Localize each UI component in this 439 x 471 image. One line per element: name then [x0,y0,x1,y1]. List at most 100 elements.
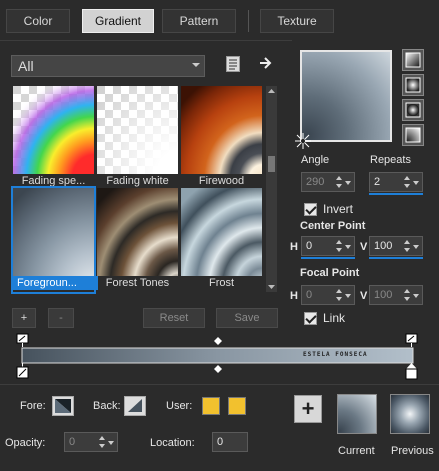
current-swatch[interactable] [337,394,377,434]
center-h-stepper[interactable]: 0 [301,236,355,256]
category-dropdown[interactable]: All [11,55,205,77]
increment-icon[interactable] [404,176,410,180]
repeats-label: Repeats [370,154,411,166]
color-stop-left[interactable] [16,363,29,379]
tab-pattern[interactable]: Pattern [162,9,236,33]
radial-style-icon[interactable] [402,124,424,146]
opacity-label: Opacity: [5,437,46,449]
link-checkbox[interactable] [304,312,317,325]
tab-gradient[interactable]: Gradient [82,9,154,33]
decrement-icon[interactable] [99,444,105,448]
angle-stepper[interactable]: 290 [301,172,355,192]
increment-icon[interactable] [404,240,410,244]
location-input[interactable]: 0 [212,432,248,452]
tab-divider [248,10,249,32]
gradient-thumb-frost[interactable]: Frost [181,188,262,292]
fore-swatch[interactable] [52,396,74,416]
decrement-icon[interactable] [336,297,342,301]
scroll-down-icon [268,285,275,289]
sunburst-style-icon[interactable] [402,99,424,121]
opacity-midpoint[interactable] [214,337,222,345]
gradient-thumb-fading-white[interactable]: Fading white [97,86,178,190]
gradient-thumb-fading-spectrum[interactable]: Fading spe... [13,86,94,190]
center-v-stepper[interactable]: 100 [369,236,423,256]
opacity-stop-right[interactable] [405,333,418,347]
gradient-editor: ESTELA FONSECA [0,332,439,382]
gradient-thumb-firewood[interactable]: Firewood [181,86,262,190]
remove-gradient-button[interactable]: - [48,308,74,328]
back-label: Back: [93,400,121,412]
increment-icon[interactable] [336,240,342,244]
firewood-preview [181,86,262,174]
link-label: Link [323,311,346,325]
arrow-right-icon[interactable] [259,56,273,70]
thumb-label: Fading spe... [21,175,86,187]
center-h-underline [301,257,355,259]
tab-texture[interactable]: Texture [260,9,334,33]
chevron-down-icon[interactable] [345,181,351,185]
increment-icon[interactable] [336,176,342,180]
increment-icon[interactable] [404,289,410,293]
focal-h-stepper[interactable]: 0 [301,285,355,305]
decrement-icon[interactable] [404,184,410,188]
chevron-down-icon[interactable] [413,294,419,298]
opacity-stop-left[interactable] [16,333,29,347]
repeats-stepper[interactable]: 2 [369,172,423,192]
location-value: 0 [217,436,224,448]
gradient-preview[interactable] [300,50,392,142]
category-value: All [18,58,34,74]
bottom-divider [0,384,439,385]
scroll-up-icon [268,89,275,93]
thumb-label: Firewood [198,175,245,187]
save-button[interactable]: Save [216,308,278,328]
angle-value: 290 [306,176,325,188]
chevron-down-icon[interactable] [345,294,351,298]
focal-h-label: H [290,290,298,302]
invert-checkbox[interactable] [304,203,317,216]
rectangular-style-icon[interactable] [402,74,424,96]
chevron-down-icon[interactable] [108,441,114,445]
add-gradient-button[interactable]: + [12,308,36,328]
chevron-down-icon[interactable] [413,181,419,185]
opacity-stepper[interactable]: 0 [64,432,118,452]
decrement-icon[interactable] [404,248,410,252]
chevron-down-icon [192,63,200,67]
opacity-value: 0 [69,436,76,448]
previous-swatch[interactable] [390,394,430,434]
decrement-icon[interactable] [336,248,342,252]
decrement-icon[interactable] [404,297,410,301]
focal-point-title: Focal Point [300,267,360,279]
scroll-thumb [268,156,275,172]
library-list-icon[interactable] [226,56,240,72]
fore-label: Fore: [20,400,46,412]
chevron-down-icon[interactable] [345,245,351,249]
color-midpoint[interactable] [214,365,222,373]
color-stop-right[interactable] [405,363,418,380]
gradient-thumb-foreground[interactable]: Foregroun... [11,186,98,294]
linear-style-icon[interactable] [402,49,424,71]
user-color-1[interactable] [202,397,220,415]
focal-h-value: 0 [306,289,313,301]
library-scrollbar[interactable] [266,86,277,292]
user-color-2[interactable] [228,397,246,415]
thumb-label: Fading white [106,175,169,187]
repeats-underline [369,193,423,195]
chevron-down-icon[interactable] [413,245,419,249]
reset-button[interactable]: Reset [143,308,205,328]
repeats-value: 2 [374,176,381,188]
increment-icon[interactable] [336,289,342,293]
foreground-preview [13,188,94,276]
center-h-label: H [290,241,298,253]
increment-icon[interactable] [99,436,105,440]
gradient-thumb-forest-tones[interactable]: Forest Tones [97,188,178,292]
previous-label: Previous [391,445,434,457]
add-to-library-button[interactable]: + [294,395,322,423]
forest-tones-preview [97,188,178,276]
thumb-label: Forest Tones [105,277,170,289]
back-swatch[interactable] [124,396,146,416]
focal-v-stepper[interactable]: 100 [369,285,423,305]
tab-color[interactable]: Color [6,9,70,33]
decrement-icon[interactable] [336,184,342,188]
center-point-crosshair-icon[interactable] [294,132,312,150]
user-label: User: [166,400,193,412]
